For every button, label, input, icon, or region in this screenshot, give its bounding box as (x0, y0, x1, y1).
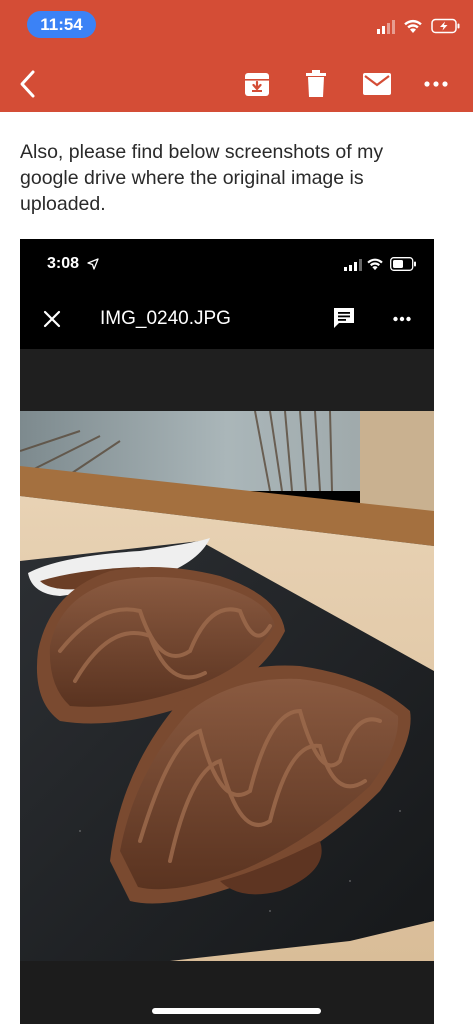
embedded-status-bar: 3:08 (20, 239, 434, 289)
location-arrow-icon (87, 258, 99, 270)
archive-icon (245, 73, 269, 96)
back-button[interactable] (12, 68, 44, 100)
status-icons (377, 16, 461, 36)
status-time: 11:54 (27, 11, 96, 38)
viewer-top-band (20, 349, 434, 411)
trash-icon (306, 70, 326, 97)
embedded-more-icon (393, 316, 411, 322)
close-icon (43, 310, 61, 328)
embedded-screenshot[interactable]: 3:08 IMG_0240.JPG (20, 239, 434, 1024)
signal-icon (377, 18, 395, 34)
home-indicator[interactable] (152, 1008, 321, 1014)
embedded-signal-icon (344, 259, 362, 271)
viewer-bottom-band (20, 961, 434, 1024)
embedded-filename: IMG_0240.JPG (100, 308, 231, 329)
mail-icon (363, 73, 391, 95)
battery-charging-icon (431, 18, 460, 34)
more-horizontal-icon (424, 81, 448, 87)
embedded-battery-icon (390, 257, 416, 271)
mark-unread-button[interactable] (361, 68, 393, 100)
wifi-icon (404, 19, 422, 33)
delete-button[interactable] (300, 68, 332, 100)
chevron-left-icon (20, 70, 35, 98)
embedded-status-time: 3:08 (47, 255, 80, 272)
archive-button[interactable] (241, 68, 273, 100)
embedded-toolbar: IMG_0240.JPG (20, 294, 434, 350)
comment-icon (334, 308, 354, 328)
email-body-text: Also, please find below screenshots of m… (20, 141, 384, 215)
more-button[interactable] (420, 68, 452, 100)
app-header: 11:54 (0, 0, 473, 112)
embedded-wifi-icon (367, 258, 383, 271)
chocolate-waffle-photo (20, 411, 434, 961)
